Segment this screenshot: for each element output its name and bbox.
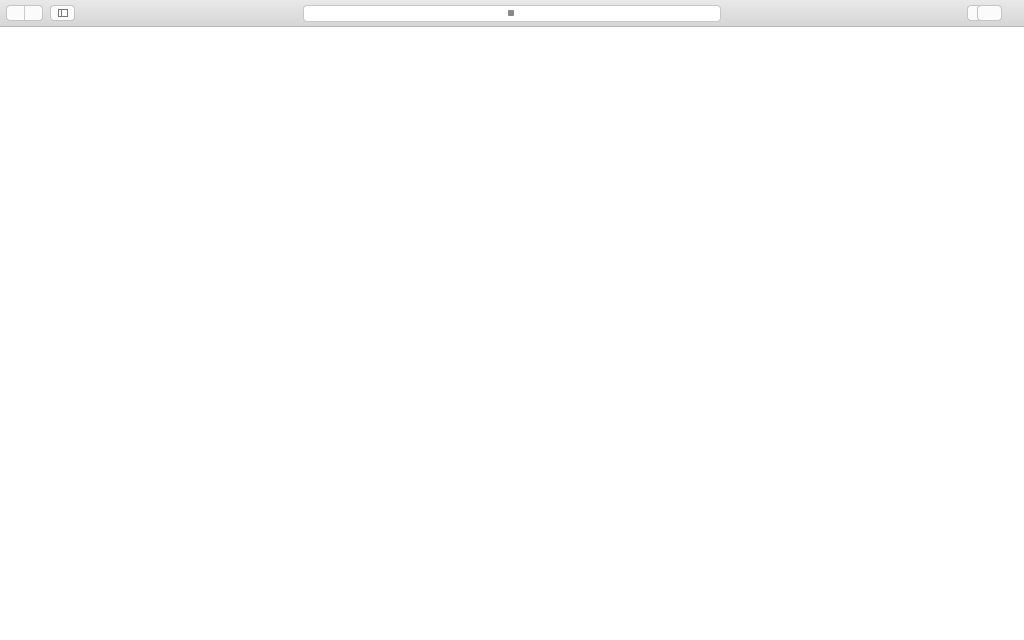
browser-toolbar [0, 0, 1024, 27]
back-button[interactable] [7, 6, 24, 20]
address-bar[interactable] [303, 5, 721, 22]
history-buttons [6, 5, 43, 21]
sidebar-icon [58, 9, 68, 17]
tabs-overview-button[interactable] [977, 5, 1002, 21]
forward-button[interactable] [24, 6, 42, 20]
lock-icon [507, 10, 514, 16]
sidebar-toggle-button[interactable] [50, 5, 75, 21]
